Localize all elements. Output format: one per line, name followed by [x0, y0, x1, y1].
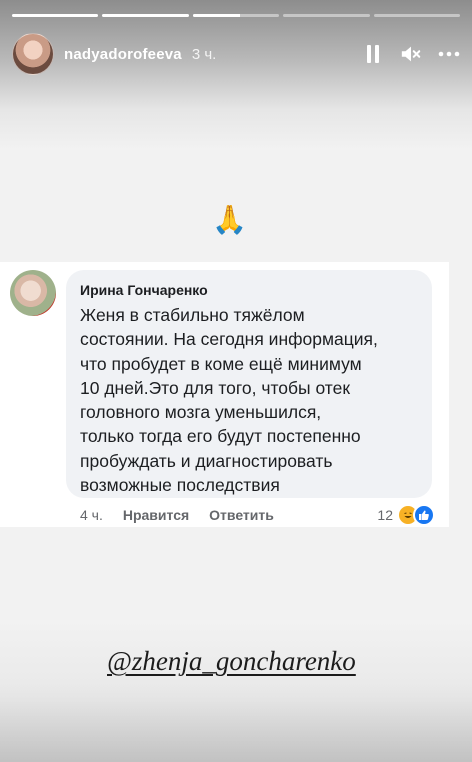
reactions-count: 12 [377, 507, 393, 523]
comment-line: возможные последствия [80, 475, 280, 496]
story-controls [362, 43, 460, 65]
story-header: nadyadorofeeva 3 ч. [12, 32, 460, 76]
comment-line: Женя в стабильно тяжёлом [80, 305, 305, 325]
progress-segment [12, 14, 99, 17]
more-horizontal-icon[interactable] [438, 43, 460, 65]
progress-segment [192, 14, 280, 17]
comment-screenshot: Ирина Гончаренко Женя в стабильно тяжёло… [0, 262, 449, 527]
comment-author: Ирина Гончаренко [80, 282, 208, 298]
pause-icon[interactable] [362, 43, 384, 65]
story-viewer[interactable]: nadyadorofeeva 3 ч. 🙏 Ирина Гончаренко Ж… [0, 0, 472, 762]
bottom-shade [0, 682, 472, 762]
story-time: 3 ч. [191, 45, 217, 63]
comment-line: состоянии. На сегодня информация, [80, 329, 378, 350]
comment-like-button[interactable]: Нравится [123, 507, 189, 523]
comment-line: что пробудет в коме ещё минимум [80, 353, 362, 374]
comment-line: только тогда его будут постепенно [80, 426, 361, 447]
comment-bubble: Ирина Гончаренко Женя в стабильно тяжёло… [66, 270, 432, 498]
comment-avatar [10, 270, 56, 316]
comment-line: головного мозга уменьшился, [80, 402, 322, 423]
comment-text: Женя в стабильно тяжёлом состоянии. На с… [80, 303, 425, 497]
avatar[interactable] [12, 33, 54, 75]
progress-segment [373, 14, 461, 17]
like-reaction-icon [413, 504, 435, 526]
story-progress-bars [12, 14, 461, 17]
progress-segment [102, 14, 189, 17]
muted-speaker-icon[interactable] [400, 43, 422, 65]
progress-segment [283, 14, 370, 17]
comment-meta: 4 ч. Нравится Ответить [80, 507, 274, 523]
username[interactable]: nadyadorofeeva [64, 46, 182, 63]
comment-reply-button[interactable]: Ответить [209, 507, 274, 523]
mention-tag[interactable]: @zhenja_goncharenko [107, 646, 356, 677]
comment-reactions[interactable]: 12 [377, 504, 435, 526]
comment-time: 4 ч. [80, 507, 103, 523]
comment-line: 10 дней.Это для того, чтобы отек [80, 377, 351, 398]
comment-line: пробуждать и диагностировать [80, 450, 333, 471]
folded-hands-emoji: 🙏 [212, 204, 247, 235]
